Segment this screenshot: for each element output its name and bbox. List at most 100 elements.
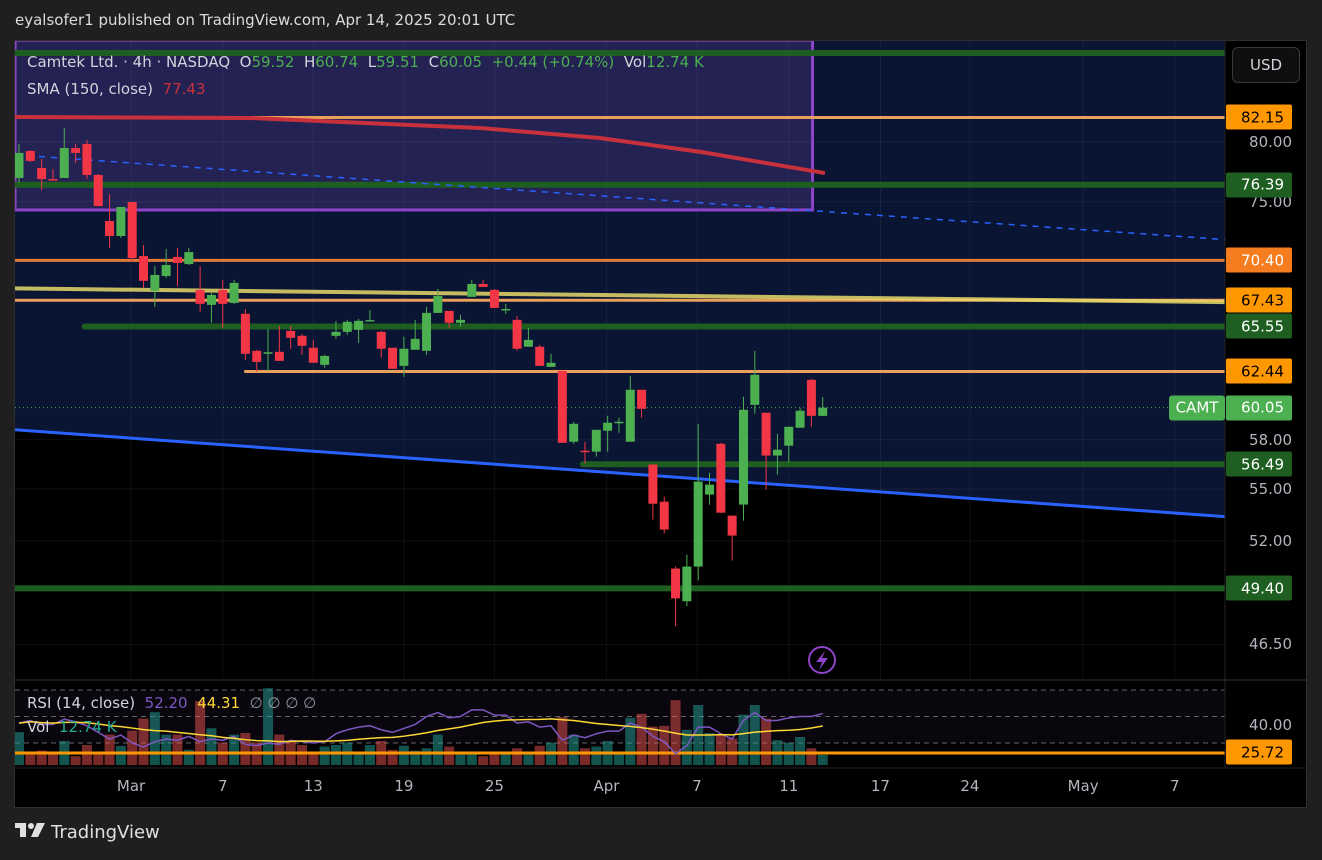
rsi-value: 52.20 bbox=[144, 694, 188, 712]
candle bbox=[659, 496, 669, 534]
candle bbox=[535, 344, 545, 366]
volume-bar bbox=[25, 753, 36, 765]
price-tag: 62.44 bbox=[1226, 358, 1292, 384]
tradingview-footer[interactable]: TradingView bbox=[15, 822, 160, 843]
volume-bar bbox=[240, 733, 251, 765]
price-tag: 49.40 bbox=[1226, 575, 1292, 601]
candle-body bbox=[705, 484, 715, 495]
symbol-name: Camtek Ltd. · 4h · NASDAQ bbox=[27, 53, 231, 71]
candle-body bbox=[15, 152, 24, 178]
rsi-label: RSI (14, close) bbox=[27, 694, 136, 712]
candle bbox=[489, 288, 499, 308]
volume-bar bbox=[444, 746, 455, 765]
candle-body bbox=[422, 312, 432, 351]
change-value: +0.44 (+0.74%) bbox=[491, 53, 615, 71]
candle-body bbox=[161, 264, 171, 277]
candle-body bbox=[512, 319, 522, 349]
volume-bar bbox=[421, 748, 432, 765]
time-axis-label: May bbox=[1067, 777, 1099, 795]
candle bbox=[25, 150, 35, 163]
rsi-axis-label: 40.00 bbox=[1249, 716, 1292, 734]
candle-body bbox=[716, 443, 726, 513]
sma-legend[interactable]: SMA (150, close) 77.43 bbox=[27, 80, 206, 98]
volume-bar bbox=[149, 712, 160, 765]
volume-bar bbox=[127, 730, 138, 765]
price-tag: 56.49 bbox=[1226, 451, 1292, 477]
high-value: 60.74 bbox=[315, 53, 359, 71]
candle-body bbox=[376, 331, 386, 349]
candle-body bbox=[818, 407, 828, 416]
volume-bar bbox=[274, 734, 285, 765]
volume-bar bbox=[500, 753, 511, 765]
candle bbox=[93, 174, 103, 207]
candle-body bbox=[478, 283, 488, 287]
candle-body bbox=[82, 143, 92, 175]
open-label: O bbox=[239, 53, 252, 71]
candle-body bbox=[240, 313, 250, 354]
volume-bar bbox=[489, 754, 500, 765]
candle-body bbox=[410, 338, 420, 350]
candle-body bbox=[184, 252, 194, 265]
lightning-icon[interactable] bbox=[808, 646, 836, 674]
candle-body bbox=[365, 320, 375, 322]
volume-bar bbox=[364, 745, 375, 765]
candle-body bbox=[569, 423, 579, 442]
rsi-legend[interactable]: RSI (14, close) 52.20 44.31 ∅ ∅ ∅ ∅ bbox=[27, 694, 316, 712]
candle bbox=[82, 140, 92, 180]
volume-bar bbox=[70, 756, 81, 765]
currency-button[interactable]: USD bbox=[1232, 47, 1300, 83]
candle-body bbox=[659, 501, 669, 530]
candle-body bbox=[546, 362, 556, 367]
candle-body bbox=[206, 294, 216, 305]
candle-body bbox=[648, 464, 658, 504]
candle bbox=[422, 306, 432, 355]
symbol-price-tag: CAMT bbox=[1169, 395, 1225, 421]
volume-bar bbox=[580, 748, 590, 765]
candle-body bbox=[71, 148, 81, 153]
candle bbox=[682, 554, 692, 607]
candle-body bbox=[172, 256, 182, 264]
candle bbox=[727, 515, 737, 561]
candle-body bbox=[59, 148, 69, 178]
time-axis-label: Apr bbox=[593, 777, 620, 795]
time-axis-label: 13 bbox=[303, 777, 323, 795]
tradingview-brand: TradingView bbox=[51, 822, 160, 843]
candle-body bbox=[127, 202, 137, 259]
price-tag: 82.15 bbox=[1226, 104, 1292, 130]
candle bbox=[738, 396, 748, 521]
volume-bar bbox=[534, 745, 545, 765]
rsi-ma-value: 44.31 bbox=[197, 694, 241, 712]
candle-body bbox=[354, 320, 364, 330]
volume-value: 12.74 K bbox=[646, 53, 704, 71]
chart-canvas[interactable] bbox=[0, 0, 1322, 860]
price-tag: 67.43 bbox=[1226, 287, 1292, 313]
candle bbox=[795, 407, 805, 428]
time-axis-label: 11 bbox=[779, 777, 799, 795]
volume-bar bbox=[398, 745, 409, 765]
volume-bar bbox=[138, 718, 149, 765]
candle-body bbox=[784, 426, 794, 446]
close-value: 60.05 bbox=[439, 53, 483, 71]
candle-body bbox=[761, 412, 771, 456]
time-axis-label: 7 bbox=[1169, 777, 1180, 795]
candle-body bbox=[614, 421, 624, 424]
low-value: 59.51 bbox=[376, 53, 420, 71]
candle-body bbox=[535, 346, 545, 366]
candle-body bbox=[671, 568, 681, 599]
price-axis-label: 46.50 bbox=[1249, 635, 1292, 654]
volume-bar bbox=[806, 748, 817, 765]
price-axis-label: 52.00 bbox=[1249, 531, 1292, 550]
candle bbox=[557, 370, 567, 443]
candle-body bbox=[308, 347, 318, 363]
volume-legend[interactable]: Vol 12.74 K bbox=[27, 718, 117, 736]
price-axis-label: 80.00 bbox=[1249, 133, 1292, 151]
candle-body bbox=[195, 289, 205, 304]
volume-bar bbox=[512, 748, 523, 765]
candle bbox=[116, 206, 126, 238]
volume-bar bbox=[297, 745, 307, 765]
time-axis-label: Mar bbox=[116, 777, 146, 795]
symbol-legend[interactable]: Camtek Ltd. · 4h · NASDAQ O59.52 H60.74 … bbox=[27, 53, 704, 71]
candle-body bbox=[693, 481, 703, 567]
candle-body bbox=[682, 566, 692, 602]
candle-body bbox=[467, 283, 477, 297]
